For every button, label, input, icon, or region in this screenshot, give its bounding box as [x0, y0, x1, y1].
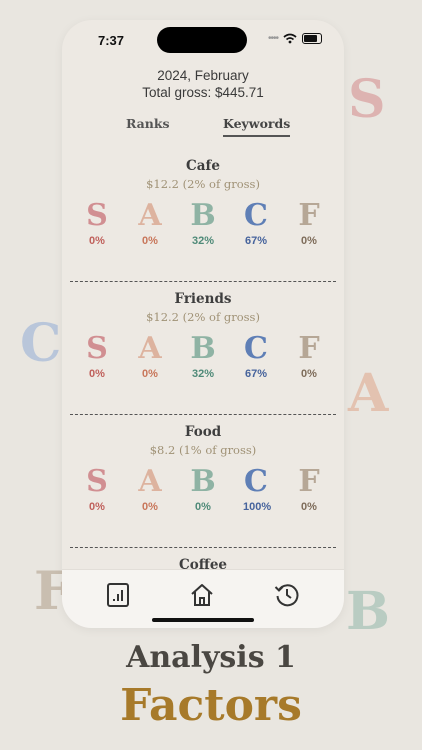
tab-keywords[interactable]: Keywords — [223, 116, 291, 137]
grade-percent: 32% — [191, 235, 215, 247]
grade-row: S 0% A 0% B 32% C 67% F 0% — [62, 198, 344, 248]
grade-letter: C — [244, 331, 268, 366]
grade-b: B 32% — [190, 198, 216, 248]
keyword-card[interactable]: Friends $12.2 (2% of gross) S 0% A 0% B 32%… — [62, 291, 344, 424]
grade-s: S 0% — [84, 331, 110, 381]
grade-letter: B — [190, 198, 216, 233]
dynamic-island — [157, 27, 247, 53]
grade-percent: 100% — [243, 501, 272, 513]
grade-row: S 0% A 0% B 0% C 100% F 0% — [62, 464, 344, 514]
keyword-name: Friends — [174, 291, 232, 307]
summary-header: 2024, February Total gross: $445.71 — [62, 68, 344, 100]
grade-percent: 0% — [142, 235, 158, 247]
grade-percent: 0% — [142, 501, 158, 513]
bg-letter-c: C — [20, 313, 62, 374]
grade-percent: 0% — [142, 368, 158, 380]
grade-letter: S — [86, 198, 108, 233]
grade-s: S 0% — [84, 198, 110, 248]
grade-f: F 0% — [296, 198, 322, 248]
keyword-name: Food — [184, 424, 222, 440]
total-gross: Total gross: $445.71 — [142, 85, 264, 100]
battery-icon — [302, 33, 322, 44]
history-icon[interactable] — [273, 581, 301, 609]
report-icon[interactable] — [104, 581, 132, 609]
grade-row: S 0% A 0% B 32% C 67% F 0% — [62, 331, 344, 381]
keyword-summary: $12.2 (2% of gross) — [146, 310, 260, 324]
grade-letter: A — [138, 464, 162, 499]
grade-letter: A — [138, 198, 162, 233]
signal-icon: •••• — [267, 33, 279, 44]
dashed-divider — [70, 414, 336, 415]
bg-letter-s: S — [348, 69, 386, 130]
segment-tabs: Ranks Keywords — [62, 116, 344, 140]
grade-letter: S — [86, 464, 108, 499]
dashed-divider — [70, 281, 336, 282]
status-bar: 7:37 •••• — [62, 20, 344, 60]
caption-subtitle: Factors — [120, 680, 302, 731]
grade-percent: 32% — [191, 368, 215, 380]
grade-c: C 67% — [243, 331, 269, 381]
grade-letter: F — [298, 464, 320, 499]
phone-screen: 7:37 •••• 2024, February Total gross: $4… — [62, 20, 344, 628]
grade-letter: B — [190, 464, 216, 499]
grade-letter: A — [138, 331, 162, 366]
keyword-card[interactable]: Cafe $12.2 (2% of gross) S 0% A 0% B 32% C 6… — [62, 158, 344, 291]
grade-f: F 0% — [296, 331, 322, 381]
caption-title: Analysis 1 — [126, 640, 296, 675]
grade-b: B 32% — [190, 331, 216, 381]
grade-percent: 67% — [244, 368, 268, 380]
grade-letter: C — [244, 198, 268, 233]
grade-b: B 0% — [190, 464, 216, 514]
grade-percent: 0% — [195, 501, 211, 513]
grade-c: C 67% — [243, 198, 269, 248]
grade-percent: 0% — [89, 501, 105, 513]
grade-percent: 0% — [89, 368, 105, 380]
grade-percent: 0% — [301, 501, 317, 513]
grade-c: C 100% — [243, 464, 272, 514]
grade-percent: 0% — [301, 235, 317, 247]
grade-percent: 67% — [244, 235, 268, 247]
keyword-name: Cafe — [186, 158, 220, 174]
grade-s: S 0% — [84, 464, 110, 514]
bg-letter-a: A — [348, 363, 389, 424]
grade-letter: B — [190, 331, 216, 366]
dashed-divider — [70, 547, 336, 548]
grade-letter: C — [244, 464, 268, 499]
home-icon[interactable] — [188, 581, 216, 609]
keyword-summary: $12.2 (2% of gross) — [146, 177, 260, 191]
tab-bar — [62, 569, 344, 628]
period-label: 2024, February — [157, 68, 249, 83]
bg-letter-b: B — [346, 581, 390, 642]
status-icons: •••• — [268, 33, 322, 44]
grade-a: A 0% — [137, 331, 163, 381]
wifi-icon — [283, 33, 297, 44]
grade-f: F 0% — [296, 464, 322, 514]
keyword-summary: $8.2 (1% of gross) — [149, 443, 257, 457]
grade-a: A 0% — [137, 198, 163, 248]
grade-letter: F — [298, 331, 320, 366]
tab-ranks[interactable]: Ranks — [126, 116, 170, 131]
grade-letter: S — [86, 331, 108, 366]
home-indicator — [152, 618, 254, 622]
keyword-list: Cafe $12.2 (2% of gross) S 0% A 0% B 32% C 6… — [62, 158, 344, 573]
keyword-card[interactable]: Food $8.2 (1% of gross) S 0% A 0% B 0% C 100… — [62, 424, 344, 557]
clock: 7:37 — [98, 33, 125, 48]
grade-letter: F — [298, 198, 320, 233]
grade-percent: 0% — [301, 368, 317, 380]
grade-percent: 0% — [89, 235, 105, 247]
grade-a: A 0% — [137, 464, 163, 514]
